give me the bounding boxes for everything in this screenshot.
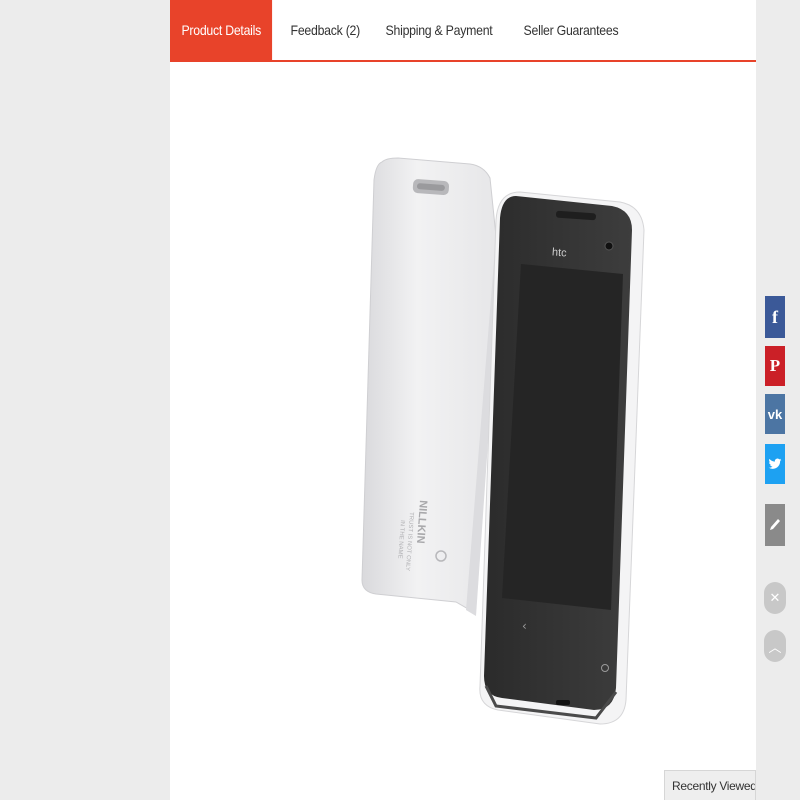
tab-feedback[interactable]: Feedback (2) bbox=[280, 0, 371, 60]
edit-icon bbox=[770, 519, 780, 530]
tab-shipping-payment[interactable]: Shipping & Payment bbox=[375, 0, 503, 60]
tab-label: Seller Guarantees bbox=[523, 22, 619, 38]
svg-text:‹: ‹ bbox=[522, 619, 527, 633]
recently-viewed-label: Recently Viewed bbox=[672, 778, 756, 793]
tab-product-details[interactable]: Product Details bbox=[170, 0, 273, 60]
phone-screen bbox=[502, 264, 623, 610]
facebook-share-button[interactable]: f bbox=[765, 296, 785, 338]
chevron-up-icon: ︿ bbox=[768, 639, 782, 655]
pinterest-share-button[interactable]: P bbox=[765, 346, 785, 386]
close-icon: ✕ bbox=[769, 590, 781, 605]
scroll-top-button[interactable]: ︿ bbox=[764, 630, 786, 662]
product-image: NILLKIN TRUST IS NOT ONLY IN THE NAME ht… bbox=[361, 157, 645, 725]
close-share-button[interactable]: ✕ bbox=[764, 582, 786, 614]
product-detail-panel: Product Details Feedback (2) Shipping & … bbox=[170, 0, 756, 800]
vk-share-button[interactable]: vk bbox=[765, 394, 785, 434]
recently-viewed-button[interactable]: Recently Viewed bbox=[664, 770, 756, 800]
edit-share-button[interactable] bbox=[765, 504, 785, 546]
tab-label: Feedback (2) bbox=[290, 22, 361, 38]
twitter-icon bbox=[768, 458, 782, 469]
facebook-icon: f bbox=[772, 306, 778, 327]
product-tabs: Product Details Feedback (2) Shipping & … bbox=[170, 0, 756, 62]
vk-icon: vk bbox=[767, 406, 783, 422]
pinterest-icon: P bbox=[769, 356, 781, 375]
twitter-share-button[interactable] bbox=[765, 444, 785, 484]
tab-label: Shipping & Payment bbox=[385, 22, 493, 38]
tab-label: Product Details bbox=[181, 22, 262, 38]
tab-seller-guarantees[interactable]: Seller Guarantees bbox=[513, 0, 629, 60]
phone-brand-logo: htc bbox=[552, 246, 568, 259]
